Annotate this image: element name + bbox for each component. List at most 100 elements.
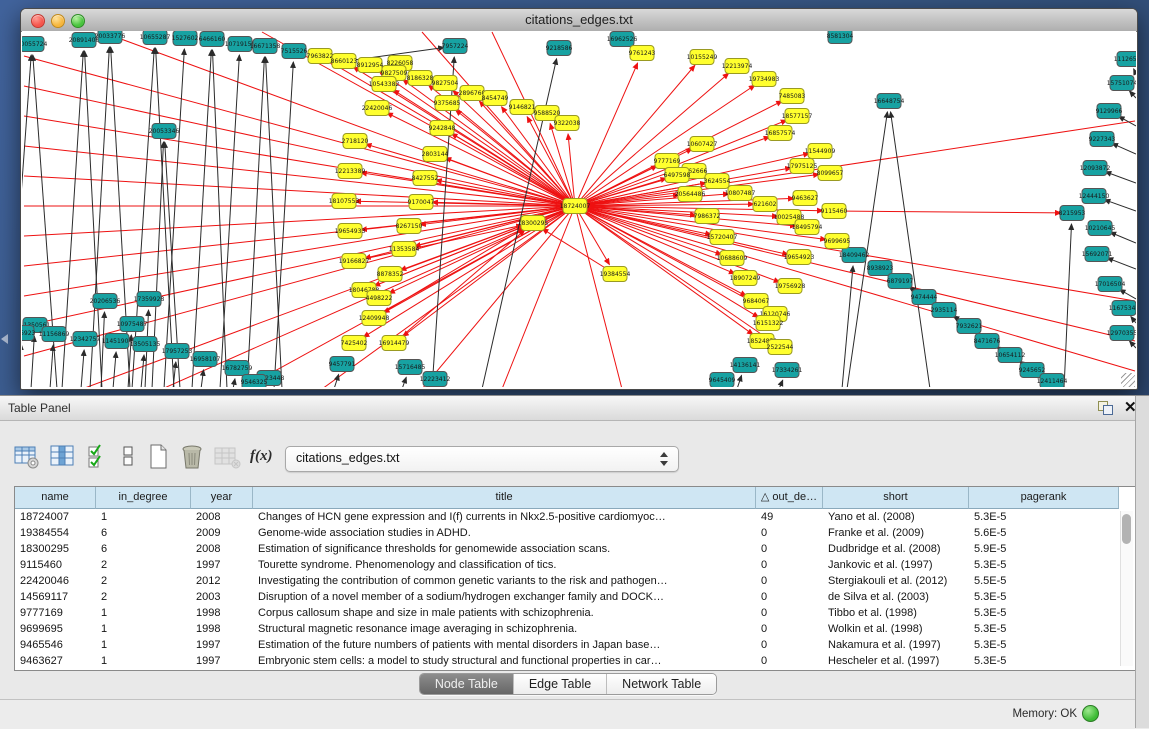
graph-node[interactable]: 22420046 [362, 101, 393, 116]
column-header-0[interactable]: name [15, 487, 96, 509]
graph-node[interactable]: 6497598 [664, 168, 691, 183]
column-header-3[interactable]: title [253, 487, 756, 509]
graph-node[interactable]: 16671358 [250, 39, 281, 54]
table-row[interactable]: 911546021997Tourette syndrome. Phenomeno… [15, 557, 1135, 573]
graph-node[interactable]: 20053346 [149, 124, 180, 139]
resize-grip[interactable] [1121, 373, 1135, 387]
row-height-icon[interactable] [122, 444, 136, 470]
graph-node[interactable]: 7425402 [341, 336, 368, 351]
graph-node[interactable]: 16648754 [874, 94, 905, 109]
graph-node[interactable]: 8186328 [407, 71, 434, 86]
function-builder-icon[interactable]: f(x) [250, 448, 273, 465]
graph-node[interactable]: 12093872 [1080, 161, 1111, 176]
graph-node[interactable]: 8427552 [412, 171, 439, 186]
graph-node[interactable]: 7515526 [281, 44, 308, 59]
new-table-icon[interactable] [148, 444, 170, 470]
column-header-6[interactable]: pagerank [969, 487, 1119, 509]
graph-node[interactable]: 20055724 [22, 37, 47, 52]
graph-node[interactable]: 9777169 [654, 154, 681, 169]
graph-node[interactable]: 8938923 [867, 261, 894, 276]
graph-node[interactable]: 10210645 [1085, 221, 1116, 236]
memory-status-indicator[interactable] [1082, 705, 1099, 722]
graph-node[interactable]: 10688609 [717, 251, 748, 266]
graph-node[interactable]: 3915923 [22, 326, 36, 341]
tab-network-table[interactable]: Network Table [606, 674, 716, 694]
graph-node[interactable]: 2522544 [767, 340, 794, 355]
network-view-window[interactable]: citations_edges.txt 20055724208914062003… [20, 8, 1138, 390]
graph-node[interactable]: 8581304 [827, 31, 854, 44]
graph-node[interactable]: 7963822 [307, 49, 334, 64]
graph-node[interactable]: 8215953 [1059, 206, 1086, 221]
graph-node[interactable]: 16958107 [190, 352, 221, 367]
graph-node[interactable]: 8912954 [357, 58, 384, 73]
graph-node[interactable]: 10975487 [117, 317, 148, 332]
graph-node[interactable]: 8660123 [331, 54, 358, 69]
graph-node[interactable]: 12409948 [359, 311, 390, 326]
graph-node[interactable]: 9146821 [509, 100, 536, 115]
graph-node[interactable]: 12213974 [722, 59, 753, 74]
graph-node[interactable]: 3624554 [704, 174, 731, 189]
table-row[interactable]: 946554611997Estimation of the future num… [15, 637, 1135, 653]
graph-node[interactable]: 18300295 [518, 216, 549, 231]
graph-node[interactable]: 9474444 [911, 290, 938, 305]
graph-node[interactable]: 16151322 [753, 316, 784, 331]
graph-node[interactable]: 9699695 [824, 234, 851, 249]
graph-node[interactable]: 9170047 [408, 195, 435, 210]
graph-node[interactable]: 10654112 [995, 348, 1026, 363]
table-row[interactable]: 1456911722003Disruption of a novel membe… [15, 589, 1135, 605]
graph-node[interactable]: 2803144 [422, 147, 449, 162]
graph-node[interactable]: 19166827 [339, 254, 370, 269]
table-row[interactable]: 1938455462009Genome-wide association stu… [15, 525, 1135, 541]
graph-node[interactable]: 11675345 [1109, 301, 1136, 316]
graph-node[interactable]: 17359928 [134, 292, 165, 307]
graph-node[interactable]: 20033776 [95, 31, 126, 44]
table-row[interactable]: 969969511998Structural magnetic resonanc… [15, 621, 1135, 637]
graph-node[interactable]: 12342757 [70, 332, 101, 347]
table-row[interactable]: 946362711997Embryonic stem cells: a mode… [15, 653, 1135, 669]
graph-node[interactable]: 8878352 [377, 267, 404, 282]
column-header-1[interactable]: in_degree [96, 487, 191, 509]
graph-node[interactable]: 18107553 [329, 194, 360, 209]
graph-node[interactable]: 19734983 [749, 72, 780, 87]
graph-node[interactable]: 7986372 [694, 209, 721, 224]
graph-node[interactable]: 10607427 [687, 137, 718, 152]
graph-node[interactable]: 17016504 [1095, 277, 1126, 292]
table-source-dropdown[interactable]: citations_edges.txt [285, 446, 679, 472]
graph-node[interactable]: 9227343 [1089, 132, 1116, 147]
graph-node[interactable]: 621602 [753, 197, 777, 212]
graph-node[interactable]: 10155249 [687, 50, 718, 65]
graph-node[interactable]: 9463627 [792, 191, 819, 206]
graph-node[interactable]: 9218586 [546, 41, 573, 56]
graph-node[interactable]: 15720407 [707, 230, 738, 245]
graph-node[interactable]: 7932621 [956, 319, 983, 334]
graph-node[interactable]: 18409462 [839, 248, 870, 263]
table-scrollbar[interactable] [1120, 511, 1133, 666]
graph-node[interactable]: 17975125 [787, 159, 818, 174]
table-row[interactable]: 977716911998Corpus callosum shape and si… [15, 605, 1135, 621]
panel-collapse-arrow-icon[interactable] [1, 334, 8, 344]
select-rows-icon[interactable] [88, 444, 112, 470]
graph-node[interactable]: 19756928 [775, 279, 806, 294]
column-header-5[interactable]: short [823, 487, 969, 509]
graph-node[interactable]: 9129966 [1096, 104, 1123, 119]
graph-node[interactable]: 10655287 [140, 31, 171, 45]
graph-node[interactable]: 8267150 [396, 219, 423, 234]
graph-node[interactable]: 18495794 [792, 220, 823, 235]
graph-node[interactable]: 8454749 [482, 91, 509, 106]
graph-node[interactable]: 20206536 [90, 294, 121, 309]
graph-node[interactable]: 6466160 [199, 32, 226, 47]
tab-node-table[interactable]: Node Table [420, 674, 513, 694]
graph-node[interactable]: 16962526 [607, 32, 638, 47]
graph-node[interactable]: 10807487 [725, 186, 756, 201]
graph-node[interactable]: 9457791 [329, 357, 356, 372]
graph-node[interactable]: 2718120 [342, 134, 369, 149]
graph-node[interactable]: 9375685 [434, 96, 461, 111]
float-panel-icon[interactable] [1098, 401, 1113, 415]
graph-node[interactable]: 12444150 [1079, 189, 1110, 204]
graph-node[interactable]: 13505135 [130, 337, 161, 352]
graph-node[interactable]: 11126507 [1114, 52, 1136, 67]
graph-node[interactable]: 6879197 [887, 274, 914, 289]
table-row[interactable]: 1830029562008Estimation of significance … [15, 541, 1135, 557]
graph-node[interactable]: 11353584 [389, 242, 420, 257]
network-canvas[interactable]: 2005572420891406200337761065528715276026… [22, 31, 1136, 387]
